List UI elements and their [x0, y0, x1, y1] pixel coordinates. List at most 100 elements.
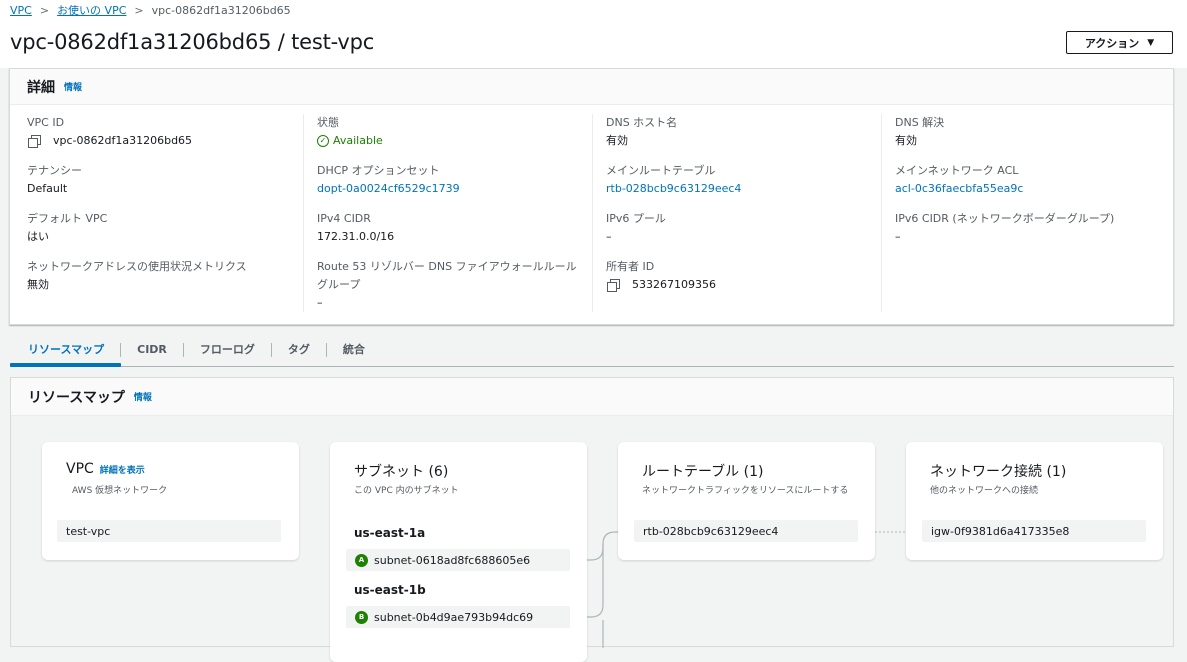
tab-tags[interactable]: タグ: [270, 342, 326, 357]
field-dns-resolution: DNS 解決 有効: [895, 114, 1170, 162]
active-tab-indicator: [10, 363, 121, 367]
details-header: 詳細 情報: [10, 69, 1173, 105]
internet-gateway-item[interactable]: igw-0f9381d6a417335e8: [922, 520, 1146, 542]
route-table-card: ルートテーブル (1) ネットワークトラフィックをリソースにルートする rtb-…: [618, 442, 875, 560]
details-column-1: VPC ID vpc-0862df1a31206bd65 テナンシー Defau…: [27, 114, 302, 312]
tab-flow-logs[interactable]: フローログ: [182, 342, 271, 357]
status-success-icon: ✓: [317, 135, 329, 147]
field-label: メインネットワーク ACL: [895, 164, 1019, 177]
network-connection-card-title: ネットワーク接続 (1): [930, 464, 1067, 480]
details-column-2: 状態 ✓ Available DHCP オプションセット dopt-0a0024c…: [303, 114, 592, 312]
main-acl-link[interactable]: acl-0c36faecbfa55ea9c: [895, 180, 1170, 198]
subnet-id: subnet-0618ad8fc688605e6: [374, 553, 531, 567]
field-label: DNS 解決: [895, 116, 945, 129]
ipv6-pool-value: –: [606, 230, 612, 243]
field-label: IPv6 CIDR (ネットワークボーダーグループ): [895, 212, 1115, 225]
vpc-card: VPC 詳細を表示 AWS 仮想ネットワーク test-vpc: [42, 442, 299, 560]
ipv6-cidr-value: –: [895, 230, 901, 243]
field-ip-metrics: ネットワークアドレスの使用状況メトリクス 無効: [27, 258, 302, 306]
chevron-right-icon: >: [134, 3, 144, 17]
subnet-card: サブネット (6) この VPC 内のサブネット us-east-1a A su…: [330, 442, 587, 662]
breadcrumb-vpc-link[interactable]: VPC: [10, 4, 32, 17]
breadcrumb-current: vpc-0862df1a31206bd65: [151, 3, 291, 17]
ipv4-cidr-value: 172.31.0.0/16: [317, 230, 395, 243]
details-panel: 詳細 情報 VPC ID vpc-0862df1a31206bd65 テナンシー…: [9, 68, 1174, 325]
az-label: us-east-1a: [354, 526, 426, 540]
resource-map-panel: リソースマップ 情報 VPC 詳細を表示 AWS 仮想ネットワーク test-v…: [10, 377, 1174, 662]
dhcp-link[interactable]: dopt-0a0024cf6529c1739: [317, 180, 592, 198]
field-vpc-id: VPC ID vpc-0862df1a31206bd65: [27, 114, 302, 162]
field-label: DHCP オプションセット: [317, 164, 440, 177]
field-label: VPC ID: [27, 116, 65, 129]
field-label: テナンシー: [27, 164, 82, 177]
field-main-route-table: メインルートテーブル rtb-028bcb9c63129eec4: [606, 162, 881, 210]
tenancy-value: Default: [27, 182, 68, 195]
field-route53: Route 53 リゾルバー DNS ファイアウォールルール グループ –: [317, 258, 592, 309]
copy-icon[interactable]: [27, 135, 41, 148]
subnet-card-title: サブネット (6): [354, 464, 449, 480]
field-dns-hostnames: DNS ホスト名 有効: [606, 114, 881, 162]
tab-integrations[interactable]: 統合: [325, 342, 381, 357]
route-table-item[interactable]: rtb-028bcb9c63129eec4: [634, 520, 858, 542]
field-ipv6-cidr: IPv6 CIDR (ネットワークボーダーグループ) –: [895, 210, 1170, 258]
field-label: ネットワークアドレスの使用状況メトリクス: [27, 260, 247, 273]
field-state: 状態 ✓ Available: [317, 114, 592, 162]
network-connection-card: ネットワーク接続 (1) 他のネットワークへの接続 igw-0f9381d6a4…: [906, 442, 1163, 560]
route-table-card-title: ルートテーブル (1): [642, 464, 764, 480]
details-info-link[interactable]: 情報: [64, 80, 82, 93]
owner-id-value: 533267109356: [632, 278, 716, 291]
copy-icon[interactable]: [606, 279, 620, 292]
page-header: VPC > お使いの VPC > vpc-0862df1a31206bd65 v…: [0, 0, 1187, 68]
field-label: グループ: [317, 278, 361, 291]
field-label: Route 53 リゾルバー DNS ファイアウォールルール: [317, 260, 577, 273]
field-main-acl: メインネットワーク ACL acl-0c36faecbfa55ea9c: [895, 162, 1170, 210]
field-label: 所有者 ID: [606, 260, 655, 273]
breadcrumb: VPC > お使いの VPC > vpc-0862df1a31206bd65: [10, 2, 291, 18]
field-ipv4-cidr: IPv4 CIDR 172.31.0.0/16: [317, 210, 592, 258]
az-badge: A: [355, 553, 368, 567]
state-value: Available: [333, 134, 383, 147]
main-route-table-link[interactable]: rtb-028bcb9c63129eec4: [606, 180, 881, 198]
details-column-4: DNS 解決 有効 メインネットワーク ACL acl-0c36faecbfa5…: [881, 114, 1170, 312]
subnet-item[interactable]: B subnet-0b4d9ae793b94dc69: [346, 606, 570, 628]
breadcrumb-your-vpcs-link[interactable]: お使いの VPC: [57, 2, 126, 18]
route-table-card-subtitle: ネットワークトラフィックをリソースにルートする: [642, 486, 849, 496]
field-label: デフォルト VPC: [27, 212, 108, 225]
field-label: 状態: [317, 116, 339, 129]
field-label: IPv4 CIDR: [317, 212, 371, 225]
subnet-id: subnet-0b4d9ae793b94dc69: [374, 610, 534, 624]
field-tenancy: テナンシー Default: [27, 162, 302, 210]
vpc-card-title: VPC: [66, 461, 94, 477]
subnet-card-subtitle: この VPC 内のサブネット: [354, 486, 459, 496]
vpc-item[interactable]: test-vpc: [57, 520, 281, 542]
dns-resolution-value: 有効: [895, 134, 917, 147]
caret-down-icon: ▼: [1147, 37, 1155, 48]
details-title: 詳細: [27, 79, 55, 96]
field-dhcp: DHCP オプションセット dopt-0a0024cf6529c1739: [317, 162, 592, 210]
az-label: us-east-1b: [354, 583, 426, 597]
details-column-3: DNS ホスト名 有効 メインルートテーブル rtb-028bcb9c63129…: [592, 114, 881, 312]
subnet-item[interactable]: A subnet-0618ad8fc688605e6: [346, 549, 570, 571]
vpc-detail-link[interactable]: 詳細を表示: [100, 463, 145, 476]
vpc-id-value: vpc-0862df1a31206bd65: [53, 134, 193, 147]
field-owner-id: 所有者 ID 533267109356: [606, 258, 881, 306]
route53-value: –: [317, 296, 323, 309]
vpc-card-subtitle: AWS 仮想ネットワーク: [72, 486, 168, 496]
tab-resource-map[interactable]: リソースマップ: [10, 343, 120, 357]
field-label: IPv6 プール: [606, 212, 666, 225]
ip-metrics-value: 無効: [27, 278, 49, 291]
actions-button-label: アクション: [1084, 36, 1140, 50]
az-badge: B: [355, 610, 368, 624]
field-label: DNS ホスト名: [606, 116, 678, 129]
dns-hostnames-value: 有効: [606, 134, 628, 147]
field-default-vpc: デフォルト VPC はい: [27, 210, 302, 258]
actions-button[interactable]: アクション ▼: [1066, 31, 1173, 54]
network-connection-card-subtitle: 他のネットワークへの接続: [930, 486, 1039, 496]
default-vpc-value: はい: [27, 230, 49, 243]
tab-bar: リソースマップ CIDR フローログ タグ 統合: [10, 333, 1174, 367]
chevron-right-icon: >: [39, 3, 50, 17]
field-label: メインルートテーブル: [606, 164, 716, 177]
page-title: vpc-0862df1a31206bd65 / test-vpc: [10, 30, 375, 54]
field-ipv6-pool: IPv6 プール –: [606, 210, 881, 258]
tab-cidr[interactable]: CIDR: [120, 342, 183, 357]
